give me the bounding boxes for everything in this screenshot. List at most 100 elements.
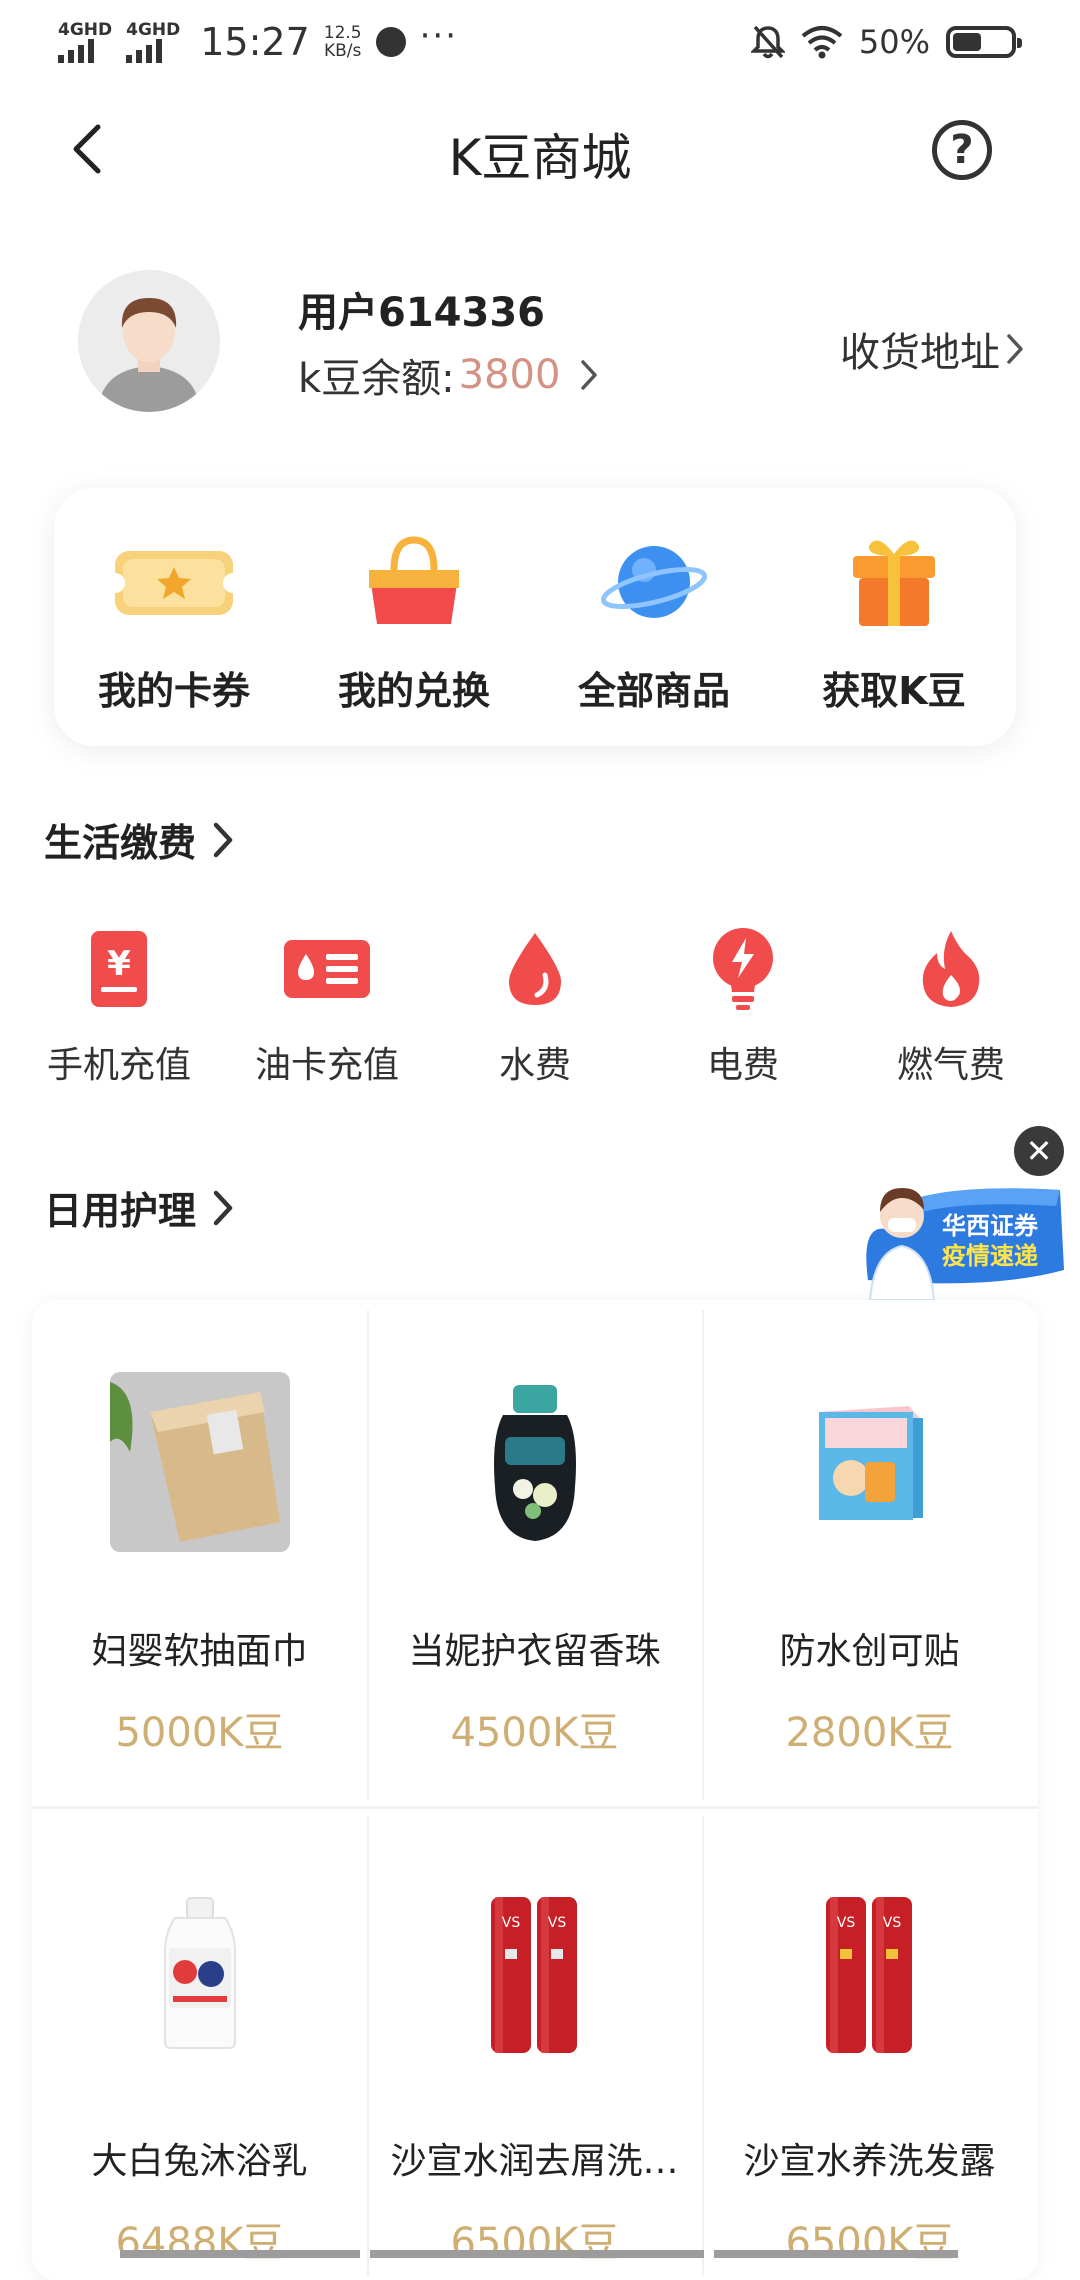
- product-card[interactable]: 大白兔沐浴乳 6488K豆: [32, 1810, 367, 2280]
- gift-icon: [829, 532, 959, 632]
- product-image: VS VS: [780, 1882, 960, 2062]
- fuel-card-icon: [282, 924, 372, 1014]
- product-name: 防水创可贴: [779, 1631, 960, 1672]
- shipping-address-link[interactable]: 收货地址: [840, 320, 1024, 378]
- life-item-label: 电费: [706, 1045, 779, 1086]
- battery-percent: 50%: [858, 23, 930, 61]
- quick-menu-label: 我的卡券: [97, 669, 250, 713]
- life-item-label: 燃气费: [896, 1045, 1005, 1086]
- app-notification-icon: [375, 27, 406, 57]
- user-profile: 用户614336 k豆余额: 3800 收货地址: [0, 270, 1080, 420]
- product-name: 大白兔沐浴乳: [91, 2141, 308, 2182]
- user-name: 用户614336: [298, 290, 545, 336]
- quick-menu-my-coupons[interactable]: 我的卡券: [54, 532, 294, 715]
- chevron-right-icon: [1007, 334, 1023, 364]
- avatar[interactable]: [78, 270, 220, 412]
- scroll-indicator: [370, 2250, 704, 2258]
- product-card[interactable]: 妇婴软抽面巾 5000K豆: [32, 1300, 367, 1806]
- chevron-right-icon: [581, 360, 598, 390]
- product-price: 6488K豆: [115, 2220, 284, 2266]
- status-bar: 4GHD 4GHD 15:27 12.5 KB/s ··· 50%: [0, 0, 1080, 84]
- quick-menu-all-products[interactable]: 全部商品: [534, 532, 774, 715]
- network-speed: 12.5 KB/s: [324, 24, 362, 60]
- product-name: 沙宣水养洗发露: [743, 2141, 996, 2182]
- chevron-right-icon: [213, 1190, 233, 1225]
- life-item-phone-recharge[interactable]: ¥ 手机充值: [19, 924, 219, 1088]
- signal-1: 4GHD: [58, 21, 112, 63]
- wifi-icon: [801, 26, 843, 59]
- mute-bell-icon: [750, 25, 785, 59]
- quick-menu-get-beans[interactable]: 获取K豆: [774, 532, 1014, 715]
- life-item-fuel-card[interactable]: 油卡充值: [227, 924, 427, 1088]
- life-item-water-bill[interactable]: 水费: [435, 924, 635, 1088]
- scroll-indicator: [120, 2250, 360, 2258]
- product-card[interactable]: 防水创可贴 2800K豆: [702, 1300, 1037, 1806]
- product-image: [780, 1372, 960, 1552]
- product-image: [109, 1372, 290, 1552]
- signal-bars-icon: [58, 39, 94, 63]
- quick-menu-my-exchanges[interactable]: 我的兑换: [294, 532, 534, 715]
- chevron-right-icon: [213, 822, 233, 857]
- balance-label: k豆余额:: [298, 356, 455, 402]
- speed-value: 12.5: [323, 23, 362, 43]
- life-item-label: 水费: [498, 1045, 571, 1086]
- battery-icon: [946, 26, 1022, 58]
- svg-text:VS: VS: [501, 1915, 520, 1931]
- product-image: VS VS: [445, 1882, 625, 2062]
- water-drop-icon: [490, 924, 580, 1014]
- network-type-1: 4GHD: [58, 20, 113, 40]
- product-price: 4500K豆: [450, 1710, 619, 1756]
- product-card[interactable]: VS VS 沙宣水润去屑洗… 6500K豆: [367, 1810, 702, 2280]
- banner-line2: 疫情速递: [942, 1242, 1038, 1270]
- quick-menu-card: 我的卡券 我的兑换 全部商品 获取K豆: [54, 488, 1016, 746]
- help-button[interactable]: ?: [932, 120, 992, 180]
- life-item-label: 油卡充值: [254, 1045, 399, 1086]
- page-title: K豆商城: [448, 129, 632, 187]
- svg-text:VS: VS: [836, 1915, 855, 1931]
- banner-line1: 华西证券: [942, 1212, 1039, 1240]
- svg-text:¥: ¥: [107, 944, 131, 984]
- lightbulb-icon: [698, 924, 788, 1014]
- section-title-text: 生活缴费: [44, 812, 203, 867]
- signal-2: 4GHD: [126, 21, 180, 63]
- balance-value: 3800: [458, 352, 561, 398]
- product-price: 6500K豆: [450, 2220, 619, 2266]
- speed-unit: KB/s: [323, 41, 362, 61]
- life-item-gas-bill[interactable]: 燃气费: [851, 924, 1051, 1088]
- close-banner-button[interactable]: ✕: [1014, 1126, 1064, 1176]
- svg-text:VS: VS: [882, 1915, 901, 1931]
- product-price: 2800K豆: [785, 1710, 954, 1756]
- basket-icon: [349, 532, 479, 632]
- svg-text:VS: VS: [547, 1915, 566, 1931]
- product-name: 妇婴软抽面巾: [91, 1631, 308, 1672]
- yuan-phone-icon: ¥: [74, 924, 164, 1014]
- life-item-label: 手机充值: [46, 1045, 191, 1086]
- product-card[interactable]: 当妮护衣留香珠 4500K豆: [367, 1300, 702, 1806]
- flame-icon: [906, 924, 996, 1014]
- product-name: 沙宣水润去屑洗…: [390, 2141, 679, 2182]
- close-icon: ✕: [1025, 1132, 1053, 1170]
- app-header: K豆商城 ?: [0, 84, 1080, 214]
- section-title-text: 日用护理: [44, 1180, 203, 1235]
- address-label: 收货地址: [840, 330, 1000, 376]
- signal-bars-icon: [126, 39, 163, 63]
- clock: 15:27: [200, 20, 310, 64]
- scroll-indicator: [714, 2250, 958, 2258]
- product-image: [445, 1372, 625, 1552]
- product-name: 当妮护衣留香珠: [408, 1631, 661, 1672]
- user-avatar-icon: [78, 270, 220, 412]
- ticket-icon: [109, 532, 239, 632]
- network-type-2: 4GHD: [126, 20, 181, 40]
- more-notifications-icon: ···: [419, 16, 459, 56]
- quick-menu-label: 我的兑换: [337, 669, 490, 713]
- life-payment-section-title[interactable]: 生活缴费: [44, 812, 234, 867]
- product-price: 6500K豆: [785, 2220, 954, 2266]
- life-item-electricity-bill[interactable]: 电费: [643, 924, 843, 1088]
- product-card[interactable]: VS VS 沙宣水养洗发露 6500K豆: [702, 1810, 1037, 2280]
- question-mark-icon: ?: [950, 127, 974, 173]
- product-grid: 妇婴软抽面巾 5000K豆 当妮护衣留香珠 4500K豆 防水创可贴 2800K…: [32, 1300, 1038, 2280]
- balance-row[interactable]: k豆余额: 3800: [298, 346, 598, 404]
- product-price: 5000K豆: [115, 1710, 284, 1756]
- daily-care-section-title[interactable]: 日用护理: [44, 1180, 234, 1235]
- floating-ad-banner[interactable]: 华西证券 疫情速递: [850, 1160, 1070, 1301]
